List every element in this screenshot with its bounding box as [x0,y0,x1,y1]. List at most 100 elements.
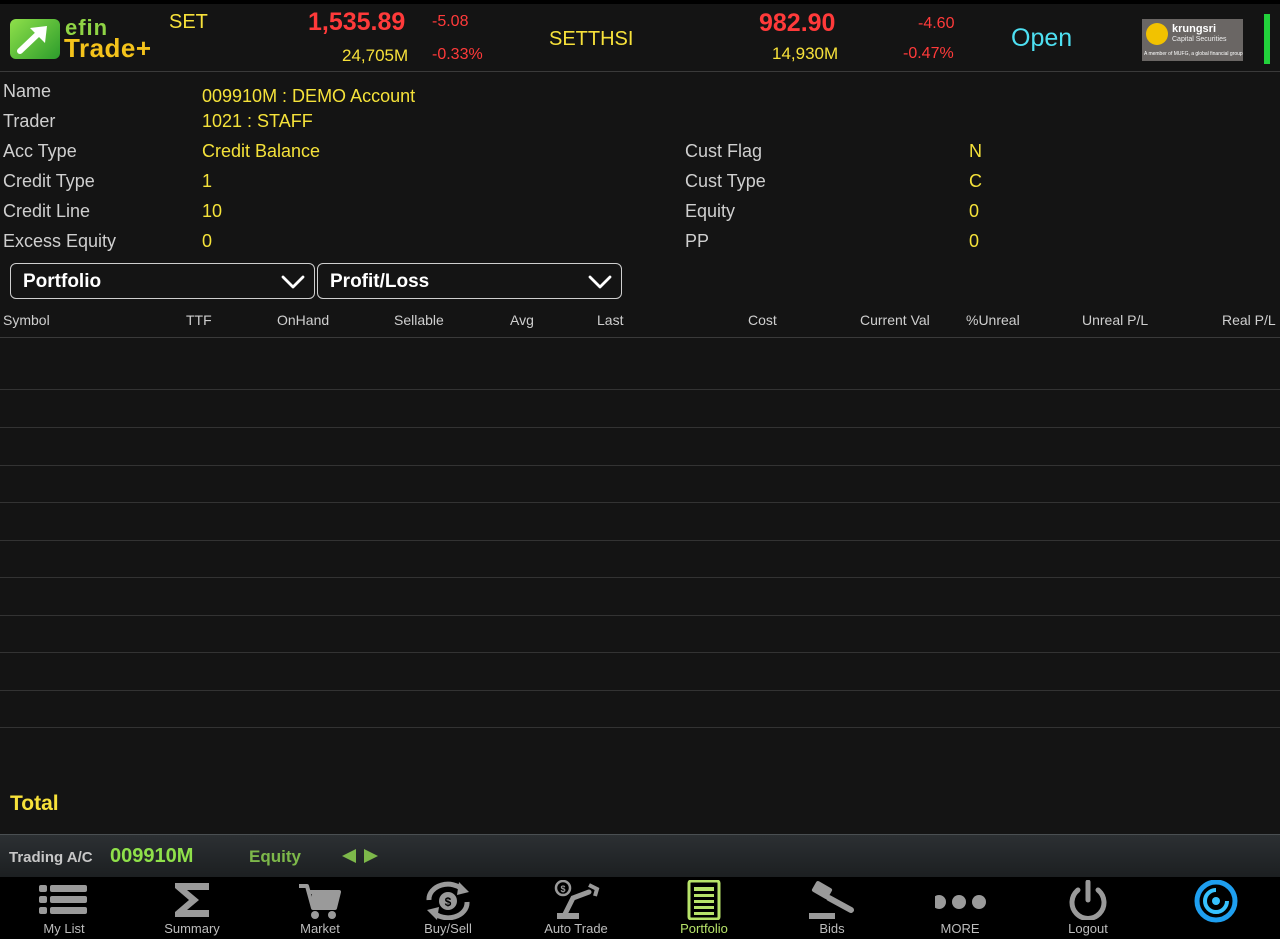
power-icon [1069,880,1107,920]
broker-logo: krungsri Capital Securities A member of … [1142,19,1243,61]
nav-label: Buy/Sell [424,921,472,936]
credit-line-value: 10 [202,201,223,221]
trading-account-bar: Trading A/C 009910M Equity [0,834,1280,877]
col-symbol[interactable]: Symbol [3,312,50,328]
broker-name: krungsri [1172,23,1217,35]
gavel-icon [809,881,854,919]
connection-indicator [1264,14,1270,64]
col-cost[interactable]: Cost [748,312,777,328]
cust-type-value: C [969,171,982,191]
cust-flag-value: N [969,141,982,161]
sigma-icon [175,883,209,917]
col-unreal-pl[interactable]: Unreal P/L [1082,312,1148,328]
excess-equity-label: Excess Equity [3,231,117,251]
robot-arm-icon: $ [554,880,600,919]
portfolio-view-label: Portfolio [23,271,102,292]
nav-buy-sell[interactable]: $ Buy/Sell [384,877,512,939]
col-pct-unreal[interactable]: %Unreal [966,312,1020,328]
set-index-percent: -0.33% [432,46,483,63]
market-status: Open [1011,24,1073,52]
trader-label: Trader [3,111,56,131]
nav-label: Auto Trade [544,921,608,936]
nav-label: Bids [819,921,845,936]
set-index-name[interactable]: SET [169,11,208,34]
credit-type-label: Credit Type [3,171,95,191]
nav-label: Logout [1068,921,1108,936]
market-header: efin Trade+ SET 1,535.89 -5.08 24,705M -… [0,4,1280,72]
setthsi-index-name[interactable]: SETTHSI [549,28,633,51]
app-logo: efin Trade+ [10,15,170,63]
nav-label: My List [43,921,85,936]
list-icon [39,885,87,914]
svg-text:$: $ [445,895,452,909]
nav-my-list[interactable]: My List [0,877,128,939]
bottom-nav: My List Summary Market $ Buy/Sell $ Auto… [0,877,1280,939]
chevron-down-icon [588,275,612,289]
broker-sub: Capital Securities [1172,36,1227,43]
table-row [0,428,1280,466]
profit-loss-select[interactable]: Profit/Loss [317,263,622,299]
chevron-down-icon [281,275,305,289]
credit-line-label: Credit Line [3,201,91,221]
table-row [0,390,1280,428]
setthsi-index-change: -4.60 [918,15,955,32]
set-index-value: 1,535.89 [308,8,406,36]
svg-text:$: $ [560,884,565,894]
set-index-volume: 24,705M [342,46,409,65]
col-current-val[interactable]: Current Val [860,312,930,328]
logo-trade: Trade+ [64,33,152,63]
col-sellable[interactable]: Sellable [394,312,444,328]
nav-bids[interactable]: Bids [768,877,896,939]
nav-summary[interactable]: Summary [128,877,256,939]
account-switch-arrows-icon[interactable] [341,848,379,864]
credit-type-value: 1 [202,171,213,191]
total-label: Total [10,792,59,815]
table-row [0,503,1280,541]
cart-icon [299,884,341,919]
col-avg[interactable]: Avg [510,312,534,328]
portfolio-view-select[interactable]: Portfolio [10,263,315,299]
nav-more[interactable]: MORE [896,877,1024,939]
table-row [0,540,1280,578]
col-last[interactable]: Last [597,312,623,328]
cust-type-label: Cust Type [685,171,766,191]
nav-label: MORE [940,921,980,936]
nav-logout[interactable]: Logout [1024,877,1152,939]
trading-ac-label: Trading A/C [9,849,93,866]
col-real-pl[interactable]: Real P/L [1222,312,1276,328]
table-row [0,690,1280,728]
trader-value: 1021 : STAFF [202,111,313,131]
table-row [0,653,1280,691]
portfolio-icon [687,880,721,920]
setthsi-index-volume: 14,930M [772,44,839,63]
set-index-change: -5.08 [432,13,469,30]
excess-equity-value: 0 [202,231,213,251]
equity-label: Equity [685,201,736,221]
acc-type-value: Credit Balance [202,141,321,161]
trading-ac-number[interactable]: 009910M [110,845,193,868]
table-row [0,465,1280,503]
broker-foot: A member of MUFG, a global financial gro… [1144,51,1243,57]
nav-label: Summary [164,921,220,936]
col-onhand[interactable]: OnHand [277,312,329,328]
krungsri-emblem-icon [1146,23,1168,45]
cust-flag-label: Cust Flag [685,141,763,161]
more-icon [935,895,986,909]
profit-loss-label: Profit/Loss [330,271,430,292]
name-label: Name [3,81,52,101]
acc-type-label: Acc Type [3,141,77,161]
portfolio-table-header: Symbol TTF OnHand Sellable Avg Last Cost… [0,308,1280,338]
table-row [0,352,1280,390]
nav-portfolio[interactable]: Portfolio [640,877,768,939]
nav-market[interactable]: Market [256,877,384,939]
nav-sync[interactable] [1152,877,1280,939]
name-value: 009910M : DEMO Account [202,86,416,106]
setthsi-index-value: 982.90 [759,9,836,37]
nav-auto-trade[interactable]: $ Auto Trade [512,877,640,939]
table-row [0,615,1280,653]
pp-value: 0 [969,231,980,251]
col-ttf[interactable]: TTF [186,312,212,328]
pp-label: PP [685,231,710,251]
sync-icon [1194,880,1238,923]
nav-label: Portfolio [680,921,728,936]
